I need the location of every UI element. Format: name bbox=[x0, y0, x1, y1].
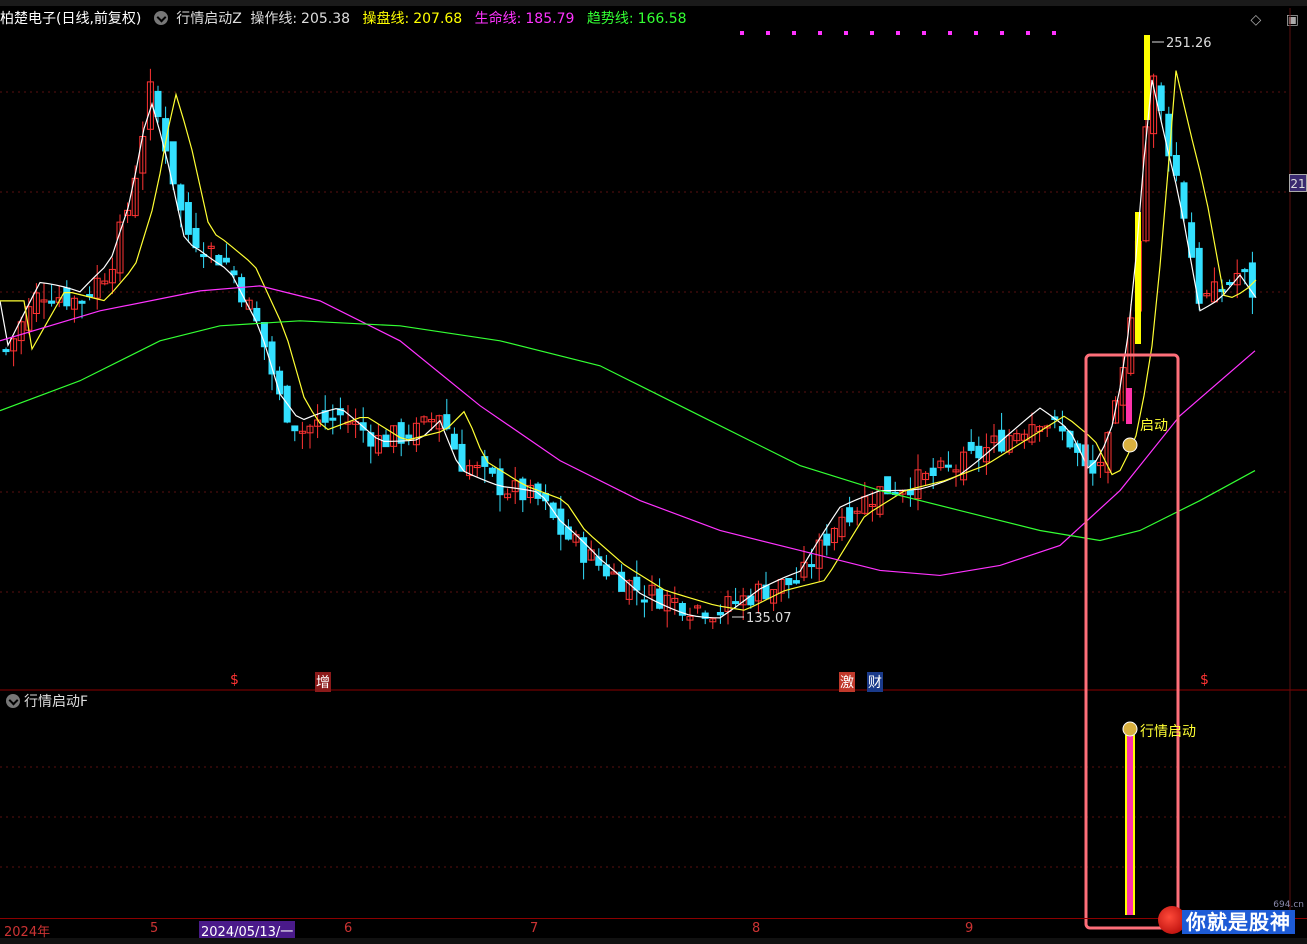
signal-dot bbox=[740, 31, 744, 35]
sub-panel-title: 行情启动F bbox=[24, 694, 89, 710]
signal-dot bbox=[974, 31, 978, 35]
candle-down bbox=[1058, 426, 1066, 432]
money-bag-icon-sub bbox=[1122, 721, 1138, 737]
marker-zeng: 增 bbox=[315, 672, 331, 692]
candle-down bbox=[1218, 289, 1226, 293]
candle-down bbox=[329, 417, 337, 421]
price-tag: 21 bbox=[1289, 174, 1307, 192]
candle-down bbox=[2, 349, 10, 353]
sub-signal-bar-inner bbox=[1127, 735, 1133, 915]
candle-down bbox=[1241, 269, 1249, 273]
signal-dot bbox=[766, 31, 770, 35]
dropdown-icon-sub[interactable] bbox=[6, 694, 20, 708]
signal-dot bbox=[896, 31, 900, 35]
ma-slow-line bbox=[0, 285, 1256, 577]
marker-ji: 激 bbox=[839, 672, 855, 692]
x-label-8: 8 bbox=[752, 921, 761, 936]
candle-down bbox=[640, 599, 648, 603]
candle-down bbox=[732, 601, 740, 605]
sub-panel-header: 行情启动F bbox=[2, 692, 88, 712]
x-axis: 2024年 5 2024/05/13/一 6 7 8 9 bbox=[0, 918, 1307, 940]
candle-down bbox=[184, 202, 192, 235]
signal-dot bbox=[792, 31, 796, 35]
candle-down bbox=[291, 425, 299, 432]
signal-dot bbox=[818, 31, 822, 35]
candle-down bbox=[564, 526, 572, 540]
watermark: 你就是股神 694.cn bbox=[1158, 900, 1304, 938]
marker-dollar-1: $ bbox=[230, 672, 239, 688]
candle-down bbox=[276, 370, 284, 395]
x-label-6: 6 bbox=[344, 921, 353, 936]
signal-dot bbox=[1052, 31, 1056, 35]
candle-down bbox=[496, 468, 504, 496]
candle-down bbox=[63, 287, 71, 307]
x-label-9: 9 bbox=[965, 921, 974, 936]
signal-dot bbox=[1000, 31, 1004, 35]
candle-down bbox=[405, 434, 413, 439]
x-label-7: 7 bbox=[530, 921, 539, 936]
watermark-site: 694.cn bbox=[1273, 900, 1304, 910]
candle-down bbox=[458, 443, 466, 472]
signal-dot bbox=[1026, 31, 1030, 35]
x-label-5: 5 bbox=[150, 921, 159, 936]
ma-fast-line bbox=[0, 79, 1257, 619]
signal-dot bbox=[870, 31, 874, 35]
money-bag-icon bbox=[1122, 437, 1138, 453]
marker-cai: 财 bbox=[867, 672, 883, 692]
marker-dollar-2: $ bbox=[1200, 672, 1209, 688]
candle-down bbox=[177, 184, 185, 211]
candle-down bbox=[222, 257, 230, 263]
candle-down bbox=[785, 577, 793, 586]
candle-down bbox=[975, 445, 983, 459]
ma-mid-line bbox=[0, 70, 1257, 611]
candle-down bbox=[929, 467, 937, 477]
candle-down bbox=[154, 90, 162, 117]
candle-down bbox=[1157, 85, 1165, 111]
candle-down bbox=[808, 564, 816, 568]
candle-down bbox=[656, 588, 664, 609]
high-label: 251.26 bbox=[1166, 36, 1212, 51]
candle-down bbox=[846, 507, 854, 523]
candle-down bbox=[716, 611, 724, 616]
candle-down bbox=[78, 300, 86, 304]
low-label: 135.07 bbox=[746, 611, 792, 626]
candle-down bbox=[823, 533, 831, 546]
candle-down bbox=[967, 441, 975, 451]
candle-down bbox=[1066, 430, 1074, 448]
candle-down bbox=[792, 580, 800, 584]
candlestick-chart: 251.26 135.07 启动行情启动 bbox=[0, 8, 1307, 930]
watermark-text: 你就是股神 bbox=[1182, 910, 1295, 934]
signal-dot bbox=[922, 31, 926, 35]
candle-down bbox=[944, 464, 952, 468]
ma-long-line bbox=[0, 320, 1256, 542]
signal-dot bbox=[844, 31, 848, 35]
candle-down bbox=[488, 467, 496, 474]
candle-down bbox=[192, 227, 200, 249]
candle-down bbox=[450, 433, 458, 450]
bottom-tabs[interactable] bbox=[0, 938, 1307, 944]
sub-signal-label: 行情启动 bbox=[1140, 724, 1196, 740]
candle-down bbox=[397, 422, 405, 444]
candle-down bbox=[1172, 154, 1180, 176]
candle-down bbox=[48, 300, 56, 304]
signal-dot bbox=[948, 31, 952, 35]
magenta-signal-bar bbox=[1126, 388, 1132, 424]
start-label: 启动 bbox=[1140, 418, 1168, 434]
